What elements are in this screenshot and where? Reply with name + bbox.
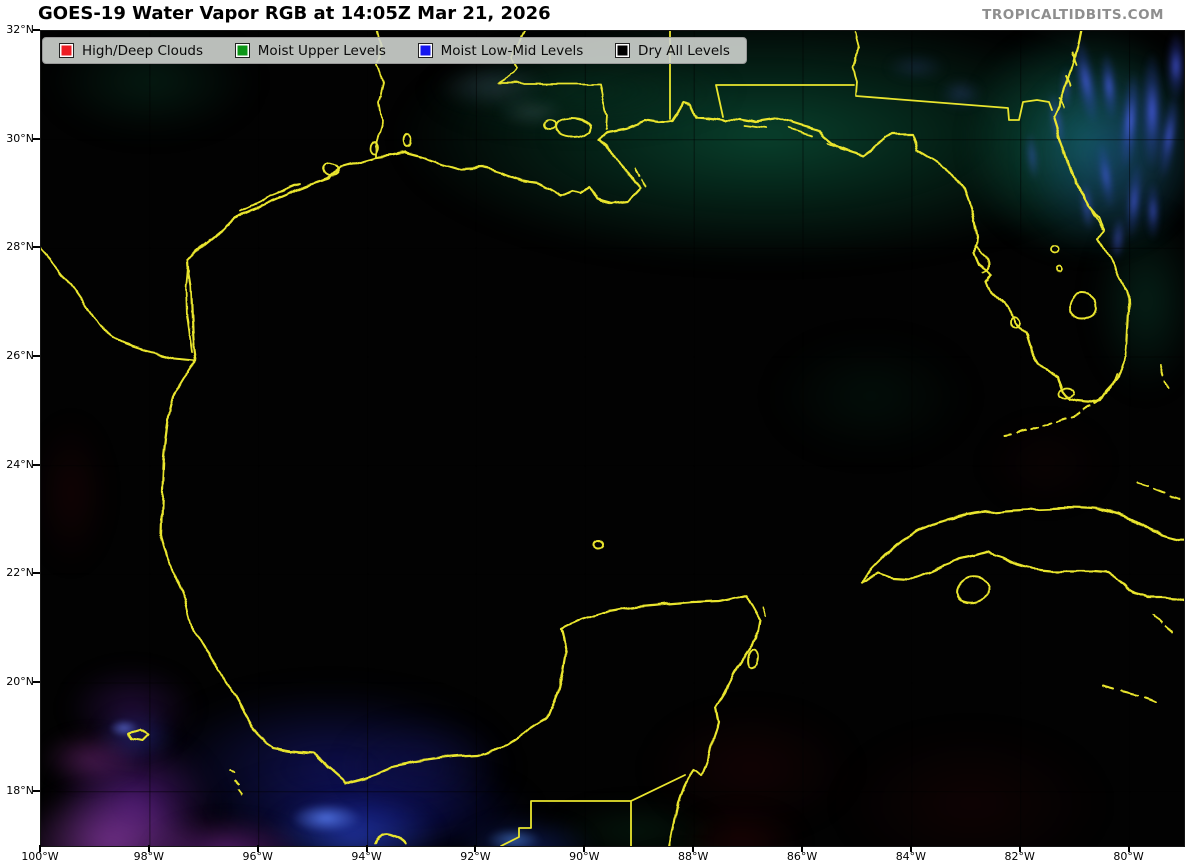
satellite-map: High/Deep Clouds Moist Upper Levels Mois…: [40, 30, 1185, 847]
lat-axis-tick: [33, 138, 40, 140]
lon-axis-tick: [474, 845, 476, 852]
lat-axis-tick: [33, 29, 40, 31]
lat-axis-tick: [33, 790, 40, 792]
lat-axis-label: 28°N: [0, 240, 34, 253]
lon-axis-tick: [366, 845, 368, 852]
lat-axis-label: 32°N: [0, 23, 34, 36]
page: GOES-19 Water Vapor RGB at 14:05Z Mar 21…: [0, 0, 1200, 867]
lat-axis-label: 22°N: [0, 566, 34, 579]
legend-swatch-moist-low-mid-levels: [418, 43, 433, 58]
lon-axis-tick: [692, 845, 694, 852]
lon-axis-tick: [148, 845, 150, 852]
watermark: TROPICALTIDBITS.COM: [982, 7, 1164, 23]
lat-axis-tick: [33, 246, 40, 248]
legend-label: Dry All Levels: [638, 43, 730, 59]
legend-label: Moist Upper Levels: [258, 43, 386, 59]
lon-axis-tick: [583, 845, 585, 852]
lon-axis-tick: [1019, 845, 1021, 852]
lon-axis-tick: [801, 845, 803, 852]
lat-axis-tick: [33, 355, 40, 357]
lon-axis-tick: [1128, 845, 1130, 852]
legend-swatch-high-deep-clouds: [59, 43, 74, 58]
page-title: GOES-19 Water Vapor RGB at 14:05Z Mar 21…: [38, 3, 551, 24]
legend-swatch-dry-all-levels: [615, 43, 630, 58]
lon-axis-tick: [39, 845, 41, 852]
lon-axis-tick: [257, 845, 259, 852]
lat-axis-label: 24°N: [0, 458, 34, 471]
legend-item: Dry All Levels: [615, 43, 730, 59]
legend-label: High/Deep Clouds: [82, 43, 203, 59]
legend-item: Moist Upper Levels: [235, 43, 386, 59]
legend-label: Moist Low-Mid Levels: [441, 43, 584, 59]
lat-axis-label: 26°N: [0, 349, 34, 362]
lat-axis-label: 30°N: [0, 132, 34, 145]
lat-axis-label: 20°N: [0, 675, 34, 688]
lat-axis-label: 18°N: [0, 784, 34, 797]
lat-axis-tick: [33, 681, 40, 683]
lon-axis-tick: [910, 845, 912, 852]
legend: High/Deep Clouds Moist Upper Levels Mois…: [42, 37, 747, 64]
coastlines: [41, 31, 1184, 846]
legend-item: High/Deep Clouds: [59, 43, 203, 59]
lat-axis-tick: [33, 572, 40, 574]
political-borders: [501, 31, 1052, 846]
legend-item: Moist Low-Mid Levels: [418, 43, 584, 59]
coastline-overlay: [41, 31, 1184, 846]
legend-swatch-moist-upper-levels: [235, 43, 250, 58]
lat-axis-tick: [33, 464, 40, 466]
